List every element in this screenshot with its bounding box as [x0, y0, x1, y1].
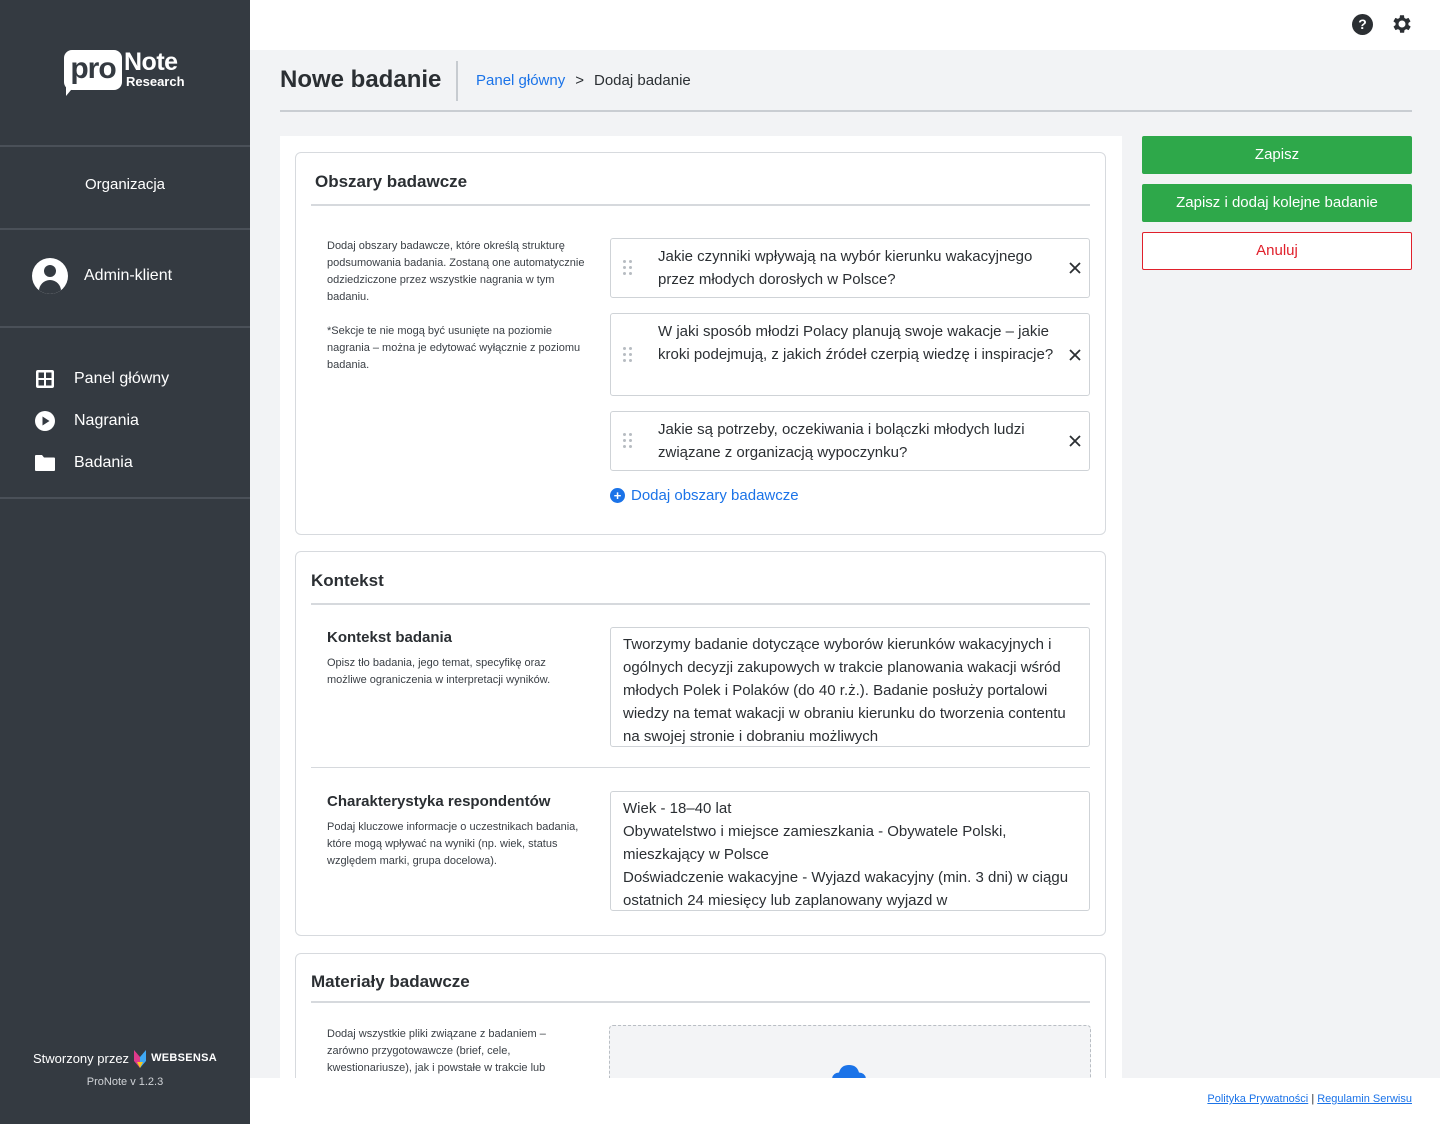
context-textarea[interactable]: Tworzymy badanie dotyczące wyborów kieru… [610, 627, 1090, 747]
sidebar-item-badania[interactable]: Badania [34, 442, 169, 484]
close-icon[interactable] [1067, 433, 1083, 449]
section-divider [311, 767, 1090, 768]
close-icon[interactable] [1067, 347, 1083, 363]
user-name: Admin-klient [84, 267, 173, 284]
top-bar: ? [250, 0, 1440, 50]
research-area-item[interactable]: Jakie czynniki wpływają na wybór kierunk… [610, 238, 1090, 298]
close-icon[interactable] [1067, 260, 1083, 276]
research-area-text[interactable]: Jakie są potrzeby, oczekiwania i bolączk… [658, 418, 1058, 464]
sidebar-divider [0, 145, 250, 147]
page-title: Nowe badanie [280, 66, 442, 93]
respondents-desc: Podaj kluczowe informacje o uczestnikach… [327, 821, 579, 867]
card-divider [311, 1001, 1090, 1003]
context-card: Kontekst Kontekst badania Opisz tło bada… [295, 551, 1106, 936]
pronote-logo[interactable]: pro Note Research [64, 48, 194, 98]
card-divider [311, 603, 1090, 605]
websensa-logo-icon [133, 1048, 147, 1068]
sidebar-divider [0, 326, 250, 328]
respondents-textarea[interactable]: Wiek - 18–40 lat Obywatelstwo i miejsce … [610, 791, 1090, 911]
sidebar-item-label: Panel główny [74, 370, 170, 387]
cancel-button[interactable]: Anuluj [1142, 232, 1412, 270]
research-areas-card: Obszary badawcze Dodaj obszary badawcze,… [295, 152, 1106, 535]
research-areas-note: *Sekcje te nie mogą być usunięte na pozi… [327, 325, 581, 371]
footer-links: Polityka Prywatności | Regulamin Serwisu [1207, 1093, 1412, 1105]
sidebar-item-label: Nagrania [74, 412, 139, 429]
save-and-add-button[interactable]: Zapisz i dodaj kolejne badanie [1142, 184, 1412, 222]
logo-note-text: Note [124, 48, 178, 76]
breadcrumb: Panel główny > Dodaj badanie [476, 72, 691, 89]
sidebar-nav: Panel główny Nagrania Badania [34, 358, 169, 484]
privacy-policy-link[interactable]: Polityka Prywatności [1207, 1093, 1308, 1105]
cloud-upload-icon [831, 1064, 867, 1078]
sidebar-item-label: Badania [74, 454, 133, 471]
sidebar-item-nagrania[interactable]: Nagrania [34, 400, 169, 442]
breadcrumb-link-panel[interactable]: Panel główny [476, 72, 565, 89]
drag-handle-icon[interactable] [623, 433, 635, 449]
credit-block: Stworzony przez WEBSENSA ProNote v 1.2.3 [0, 1048, 250, 1088]
title-divider [456, 61, 458, 101]
logo-tail [66, 84, 76, 96]
sidebar-divider [0, 228, 250, 230]
respondents-heading: Charakterystyka respondentów [327, 793, 551, 810]
context-title: Kontekst [311, 571, 384, 590]
card-divider [311, 204, 1090, 206]
materials-card: Materiały badawcze Dodaj wszystkie pliki… [295, 953, 1106, 1078]
context-heading: Kontekst badania [327, 629, 453, 646]
research-areas-title: Obszary badawcze [315, 172, 468, 191]
credit-brand[interactable]: WEBSENSA [151, 1052, 217, 1064]
avatar-icon [32, 258, 68, 294]
footer-divider: | [1311, 1093, 1315, 1105]
save-button[interactable]: Zapisz [1142, 136, 1412, 174]
folder-icon [34, 452, 56, 474]
sidebar-divider [0, 497, 250, 499]
sidebar: pro Note Research Organizacja Admin-klie… [0, 0, 250, 1124]
file-drop-zone[interactable] [609, 1025, 1091, 1078]
play-icon [34, 410, 56, 432]
research-area-text[interactable]: W jaki sposób młodzi Polacy planują swoj… [658, 320, 1058, 366]
sidebar-item-panel-glowny[interactable]: Panel główny [34, 358, 169, 400]
drag-handle-icon[interactable] [623, 346, 635, 363]
add-research-area-label: Dodaj obszary badawcze [631, 487, 799, 504]
form-panel: Obszary badawcze Dodaj obszary badawcze,… [280, 136, 1122, 1078]
plus-circle-icon: + [610, 488, 625, 503]
drag-handle-icon[interactable] [623, 260, 635, 276]
context-desc: Opisz tło badania, jego temat, specyfikę… [327, 657, 551, 686]
footer: Polityka Prywatności | Regulamin Serwisu [250, 1078, 1440, 1124]
user-profile[interactable]: Admin-klient [32, 258, 172, 294]
help-icon[interactable]: ? [1352, 14, 1373, 35]
materials-desc: Dodaj wszystkie pliki związane z badanie… [327, 1028, 546, 1074]
dashboard-icon [34, 368, 56, 390]
terms-link[interactable]: Regulamin Serwisu [1317, 1093, 1412, 1105]
breadcrumb-current: Dodaj badanie [594, 72, 691, 89]
research-area-text[interactable]: Jakie czynniki wpływają na wybór kierunk… [658, 245, 1058, 291]
materials-title: Materiały badawcze [311, 972, 470, 991]
logo-research-text: Research [126, 74, 185, 89]
breadcrumb-separator: > [575, 72, 584, 89]
organization-link[interactable]: Organizacja [0, 176, 250, 193]
gear-icon[interactable] [1390, 12, 1414, 36]
add-research-area-button[interactable]: + Dodaj obszary badawcze [610, 487, 799, 504]
research-area-item[interactable]: W jaki sposób młodzi Polacy planują swoj… [610, 313, 1090, 396]
app-version: ProNote v 1.2.3 [86, 1076, 164, 1088]
research-area-item[interactable]: Jakie są potrzeby, oczekiwania i bolączk… [610, 411, 1090, 471]
credit-prefix: Stworzony przez [32, 1050, 130, 1066]
header-divider [280, 110, 1412, 112]
research-areas-desc: Dodaj obszary badawcze, które określą st… [327, 240, 585, 303]
